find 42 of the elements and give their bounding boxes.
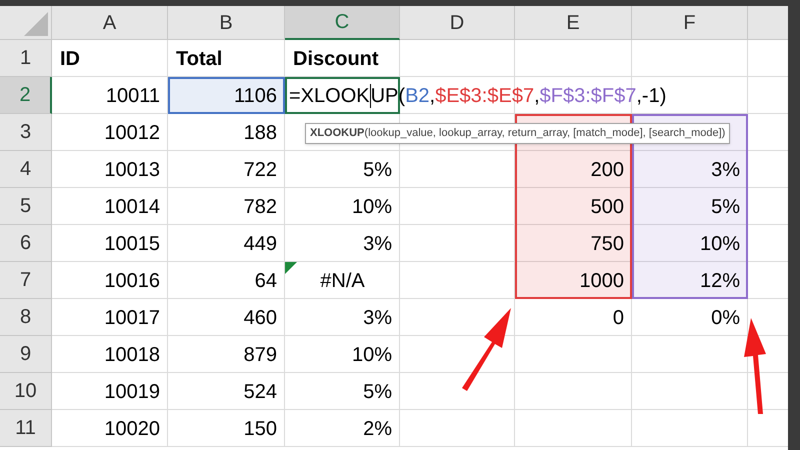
cell-value: 188: [244, 120, 277, 146]
cell-value: 10011: [106, 84, 160, 108]
cell-value: 750: [590, 232, 624, 256]
cell-value: 449: [244, 232, 277, 256]
cell-value: 0%: [711, 306, 740, 330]
cell-value: 10019: [104, 380, 160, 404]
cell-value: 1106: [234, 84, 277, 108]
column-title: ID: [60, 46, 80, 72]
cell-value: 0: [612, 306, 624, 330]
cell-value: 782: [244, 194, 277, 220]
cell-value: 10012: [104, 120, 160, 146]
cell-value: 2%: [363, 416, 392, 442]
cell-value: 1000: [580, 268, 624, 294]
cell-value: 10015: [104, 232, 160, 256]
cell-value: 3%: [711, 158, 740, 182]
cell-value: 10013: [104, 158, 160, 182]
cell-value: 150: [244, 416, 277, 442]
function-tooltip: XLOOKUP(lookup_value, lookup_array, return_array, [match_mode], [search_mode]): [305, 123, 730, 144]
cell-value: 879: [244, 342, 277, 368]
cell-value: 10018: [104, 342, 160, 368]
cell-value: 500: [590, 194, 624, 220]
cell-value: 3%: [363, 306, 392, 330]
cell-value: 10017: [104, 306, 160, 330]
error-value: #N/A: [320, 268, 365, 294]
cell-value: 10014: [104, 194, 160, 220]
cell-value: 10016: [104, 268, 160, 294]
cell-value: 5%: [363, 158, 392, 182]
cell-value: 12%: [700, 268, 740, 294]
cell-value: 524: [244, 380, 277, 404]
cell-value: 200: [590, 158, 624, 182]
column-title: Total: [176, 46, 222, 72]
cell-value: 3%: [363, 232, 392, 256]
cell-value: 460: [244, 306, 277, 330]
cell-value: 5%: [363, 380, 392, 404]
cell-value: 10%: [700, 232, 740, 256]
cell-value: 10%: [352, 342, 392, 368]
cell-value: 10%: [352, 194, 392, 220]
cell-value: 722: [244, 158, 277, 182]
cell-value: 5%: [711, 194, 740, 220]
cell-value: 10020: [104, 416, 160, 442]
cell-value: 64: [254, 268, 277, 294]
column-title: Discount: [293, 46, 379, 72]
